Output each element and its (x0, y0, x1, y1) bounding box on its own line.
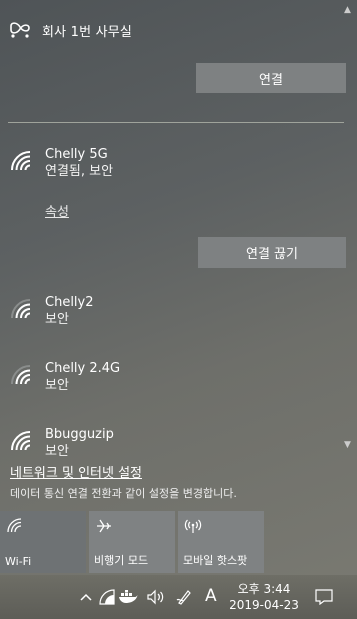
network-status: 보안 (45, 444, 69, 456)
wifi-tile[interactable]: Wi-Fi (0, 511, 86, 573)
airplane-mode-tile-label: 비행기 모드 (94, 554, 149, 567)
pen-icon[interactable] (174, 587, 194, 607)
notification-icon[interactable] (314, 587, 334, 607)
input-indicator[interactable]: A (205, 586, 217, 606)
network-name: Bbugguzip (45, 427, 114, 442)
network-status: 연결됨, 보안 (45, 164, 114, 179)
network-status: 보안 (45, 378, 69, 393)
network-settings-link[interactable]: 네트워크 및 인터넷 설정 (10, 462, 142, 481)
mobile-hotspot-tile-label: 모바일 핫스팟 (183, 554, 248, 567)
disconnect-button[interactable]: 연결 끊기 (198, 237, 346, 268)
network-properties-link[interactable]: 속성 (45, 201, 69, 220)
wifi-signal-icon (11, 151, 31, 171)
scrollbar[interactable] (343, 0, 357, 458)
taskbar: A 오후 3:44 2019-04-23 (0, 575, 357, 619)
network-icon[interactable] (98, 587, 116, 607)
airplane-mode-tile[interactable]: 비행기 모드 (89, 511, 175, 573)
wifi-tile-label: Wi-Fi (5, 555, 32, 568)
scroll-up-arrow-icon[interactable]: ▲ (344, 5, 351, 15)
wifi-signal-icon (11, 431, 31, 451)
vpn-connection[interactable]: 회사 1번 사무실 (8, 18, 132, 42)
wifi-signal-icon (11, 299, 31, 319)
network-settings-description: 데이터 통신 연결 전환과 같이 설정을 변경합니다. (10, 487, 237, 500)
docker-icon[interactable] (118, 587, 138, 607)
clock-date: 2019-04-23 (229, 598, 299, 612)
network-status: 보안 (45, 312, 69, 327)
network-item-bbugguzip[interactable]: Bbugguzip 보안 (10, 426, 114, 456)
mobile-hotspot-tile[interactable]: 모바일 핫스팟 (178, 511, 264, 573)
vpn-connect-button[interactable]: 연결 (196, 63, 346, 93)
wifi-signal-icon (11, 365, 31, 385)
volume-icon[interactable] (146, 587, 166, 607)
network-flyout: 회사 1번 사무실 연결 Chelly 5G 연결됨, 보안 속성 연결 끊기 … (0, 0, 357, 505)
network-item-chelly2[interactable]: Chelly2 보안 (10, 294, 94, 328)
chevron-up-icon[interactable] (78, 587, 94, 607)
network-name: Chelly2 (45, 295, 94, 310)
divider (8, 122, 344, 123)
airplane-icon (97, 519, 111, 533)
clock-time: 오후 3:44 (237, 582, 291, 596)
network-name: Chelly 5G (45, 147, 108, 162)
clock[interactable]: 오후 3:44 2019-04-23 (225, 581, 303, 613)
network-name: Chelly 2.4G (45, 361, 121, 376)
network-item-chelly-5g[interactable]: Chelly 5G 연결됨, 보안 (10, 146, 113, 180)
network-item-chelly-2-4g[interactable]: Chelly 2.4G 보안 (10, 360, 120, 394)
vpn-name: 회사 1번 사무실 (42, 24, 133, 40)
vpn-icon (10, 22, 30, 38)
wifi-icon (7, 518, 22, 533)
hotspot-icon (184, 519, 202, 533)
scroll-down-arrow-icon[interactable]: ▼ (344, 440, 351, 450)
